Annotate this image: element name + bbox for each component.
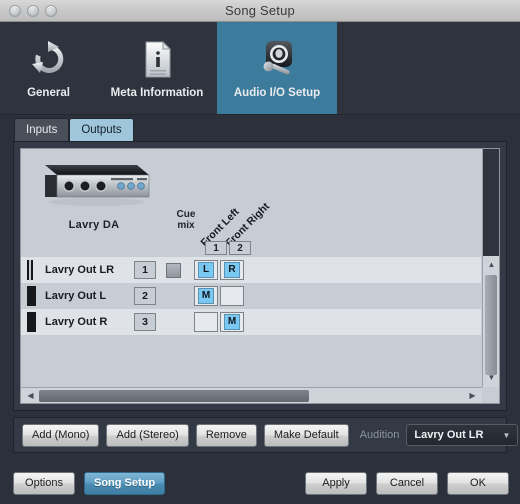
- bus-number: 1: [134, 261, 156, 279]
- table-row[interactable]: Lavry Out R 3 M: [21, 309, 481, 335]
- add-stereo-button[interactable]: Add (Stereo): [106, 423, 189, 447]
- routing-cell-1[interactable]: [194, 312, 218, 332]
- tab-strip: Inputs Outputs: [0, 115, 520, 141]
- scroll-left-icon[interactable]: ◀: [23, 388, 38, 403]
- bus-name: Lavry Out L: [45, 290, 107, 302]
- footer-left-group: Options Song Setup: [13, 471, 166, 495]
- tab-outputs[interactable]: Outputs: [69, 118, 134, 141]
- cue-mix-cell[interactable]: [156, 262, 190, 278]
- minimize-button[interactable]: [27, 4, 39, 17]
- ok-button[interactable]: OK: [447, 471, 509, 495]
- scroll-down-icon[interactable]: ▼: [484, 370, 499, 385]
- chevron-down-icon: ▼: [502, 430, 511, 440]
- audio-interface-icon: [45, 165, 150, 206]
- vertical-scroll-thumb[interactable]: [485, 275, 497, 375]
- document-info-icon: [137, 33, 177, 85]
- device-block: Lavry DA: [29, 157, 159, 231]
- toolbar-item-general[interactable]: General: [0, 22, 97, 114]
- apply-button[interactable]: Apply: [305, 471, 367, 495]
- toolbar: General Meta Information Audio I/O Setup: [0, 22, 520, 115]
- table-row[interactable]: Lavry Out LR 1 L R: [21, 257, 481, 283]
- footer-right-group: Apply Cancel OK: [305, 471, 520, 495]
- routing-badge: L: [198, 262, 214, 278]
- row-type-indicator: [27, 260, 36, 280]
- routing-badge: R: [224, 262, 240, 278]
- zoom-button[interactable]: [45, 4, 57, 17]
- routing-cell-2[interactable]: R: [220, 260, 244, 280]
- song-setup-button[interactable]: Song Setup: [84, 471, 166, 495]
- vertical-scrollbar[interactable]: ▲ ▼: [482, 149, 499, 387]
- channel-number-1: 1: [205, 241, 227, 255]
- bus-name: Lavry Out LR: [45, 264, 115, 276]
- refresh-icon: [27, 33, 71, 85]
- routing-badge: M: [198, 288, 214, 304]
- horizontal-scroll-thumb[interactable]: [39, 390, 309, 402]
- options-button[interactable]: Options: [13, 471, 75, 495]
- bus-name: Lavry Out R: [45, 316, 108, 328]
- speaker-microphone-icon: [254, 33, 300, 85]
- channel-number-2: 2: [229, 241, 251, 255]
- routing-badge: M: [224, 314, 240, 330]
- cue-mix-header-line1: Cue: [176, 209, 196, 220]
- toolbar-item-label: General: [27, 87, 70, 99]
- window-controls: [9, 4, 57, 17]
- make-default-button[interactable]: Make Default: [263, 423, 349, 447]
- horizontal-scrollbar[interactable]: ◀ ▶: [21, 387, 482, 403]
- audition-label: Audition: [359, 429, 400, 441]
- window-titlebar: Song Setup: [0, 0, 520, 22]
- routing-cell-2[interactable]: [220, 286, 244, 306]
- audition-dropdown[interactable]: Lavry Out LR ▼: [406, 424, 519, 446]
- routing-matrix: Lavry DA Cue mix Front Left Front Right …: [20, 148, 500, 404]
- row-type-indicator: [27, 286, 36, 306]
- cancel-button[interactable]: Cancel: [376, 471, 438, 495]
- routing-cell-2[interactable]: M: [220, 312, 244, 332]
- tab-inputs[interactable]: Inputs: [14, 118, 70, 141]
- bus-number: 2: [134, 287, 156, 305]
- scroll-up-icon[interactable]: ▲: [484, 257, 499, 272]
- toolbar-item-label: Audio I/O Setup: [233, 87, 321, 99]
- device-name: Lavry DA: [68, 219, 120, 231]
- row-type-indicator: [27, 312, 36, 332]
- scrollbar-gutter-top: [483, 149, 499, 256]
- add-mono-button[interactable]: Add (Mono): [22, 423, 100, 447]
- bus-number: 3: [134, 313, 156, 331]
- song-setup-dialog: Song Setup General Meta Information Audi…: [0, 0, 520, 504]
- cue-mix-header: Cue mix: [169, 209, 203, 231]
- toolbar-item-meta-information[interactable]: Meta Information: [97, 22, 217, 114]
- audition-value: Lavry Out LR: [414, 429, 484, 441]
- remove-button[interactable]: Remove: [195, 423, 257, 447]
- action-bar: Add (Mono) Add (Stereo) Remove Make Defa…: [13, 417, 519, 453]
- cue-mix-checkbox[interactable]: [165, 262, 181, 278]
- table-row[interactable]: Lavry Out L 2 M: [21, 283, 481, 309]
- bus-rows: Lavry Out LR 1 L R Lavry Out L 2 M Lavry…: [21, 257, 481, 335]
- outputs-panel: Lavry DA Cue mix Front Left Front Right …: [13, 141, 507, 411]
- toolbar-item-audio-io-setup[interactable]: Audio I/O Setup: [217, 22, 337, 114]
- routing-cell-1[interactable]: M: [194, 286, 218, 306]
- close-button[interactable]: [9, 4, 21, 17]
- dialog-footer: Options Song Setup Apply Cancel OK: [0, 462, 520, 504]
- cue-mix-header-line2: mix: [177, 220, 195, 231]
- routing-cell-1[interactable]: L: [194, 260, 218, 280]
- scroll-right-icon[interactable]: ▶: [465, 388, 480, 403]
- window-title: Song Setup: [225, 3, 295, 18]
- toolbar-item-label: Meta Information: [110, 87, 204, 99]
